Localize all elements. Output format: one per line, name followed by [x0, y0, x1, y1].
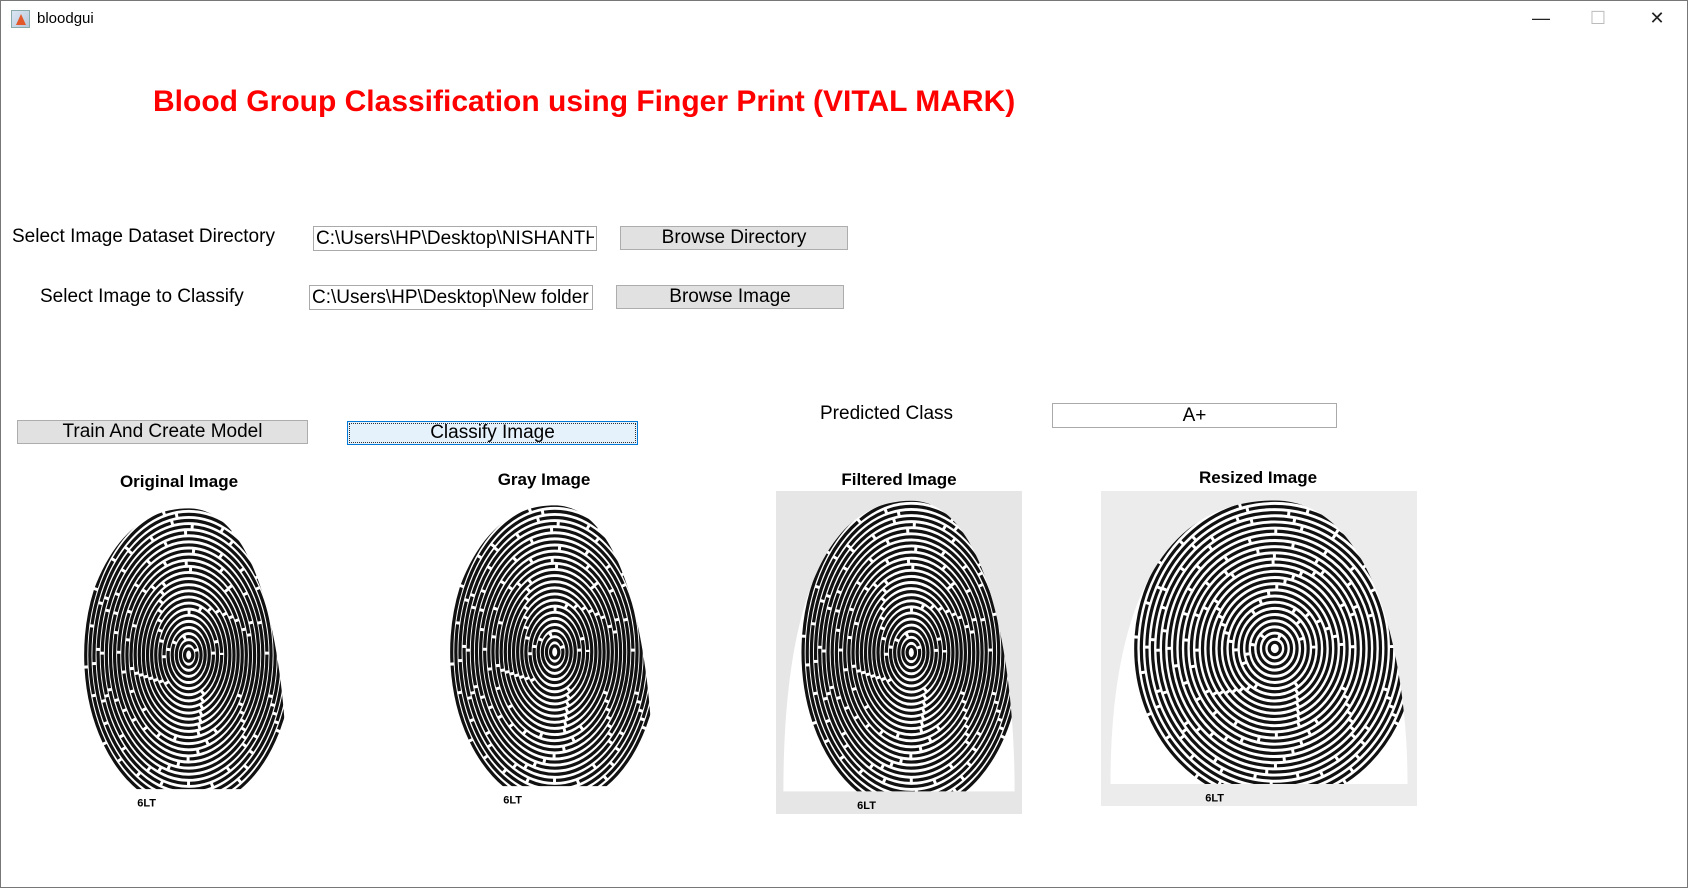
app-window: bloodgui — ☐ ✕ Blood Group Classificatio…: [0, 0, 1688, 888]
image-label: Select Image to Classify: [40, 286, 244, 307]
classify-image-button[interactable]: Classify Image: [347, 421, 638, 445]
maximize-button[interactable]: ☐: [1569, 1, 1627, 36]
image-path-input[interactable]: [309, 285, 593, 310]
predicted-class-label: Predicted Class: [820, 403, 954, 424]
gray-image-title: Gray Image: [497, 470, 591, 489]
dataset-path-input[interactable]: [313, 226, 597, 251]
original-image-title: Original Image: [119, 472, 239, 491]
title-bar: bloodgui — ☐ ✕: [1, 1, 1687, 36]
resized-fingerprint-image: 6LT: [1101, 491, 1417, 806]
gray-fingerprint-image: 6LT: [426, 496, 660, 808]
close-button[interactable]: ✕: [1628, 1, 1686, 36]
resized-image-title: Resized Image: [1198, 468, 1318, 487]
filtered-image-title: Filtered Image: [841, 470, 957, 489]
minimize-button[interactable]: —: [1512, 1, 1570, 36]
matlab-icon: [11, 10, 30, 28]
original-fingerprint-image: 6LT: [60, 499, 294, 811]
window-title: bloodgui: [37, 10, 94, 27]
dataset-label: Select Image Dataset Directory: [12, 226, 275, 247]
fingerprint-caption: 6LT: [503, 794, 522, 806]
predicted-class-output: A+: [1052, 403, 1337, 428]
fingerprint-caption: 6LT: [857, 800, 876, 812]
fingerprint-caption: 6LT: [137, 797, 156, 809]
filtered-fingerprint-image: 6LT: [776, 491, 1022, 814]
fingerprint-caption: 6LT: [1205, 792, 1224, 804]
page-title: Blood Group Classification using Finger …: [153, 85, 1016, 118]
browse-image-button[interactable]: Browse Image: [616, 285, 844, 309]
browse-directory-button[interactable]: Browse Directory: [620, 226, 848, 250]
train-model-button[interactable]: Train And Create Model: [17, 420, 308, 444]
